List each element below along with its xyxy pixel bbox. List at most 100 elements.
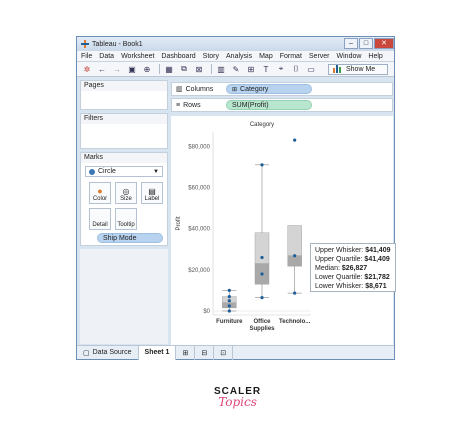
menu-dashboard[interactable]: Dashboard [161,53,195,60]
show-me-button[interactable]: Show Me [328,63,388,75]
sheet-tab-bar: ▢ Data Source Sheet 1 ⊞ ⊟ ⊡ [77,345,394,360]
menu-story[interactable]: Story [203,53,219,60]
new-story-icon[interactable]: ⊡ [214,345,234,360]
show-me-label: Show Me [346,65,376,73]
tableau-icon [81,40,89,48]
tooltip-row-label: Lower Whisker: [315,283,366,290]
presentation-icon[interactable]: ▭ [305,64,317,75]
labels-icon[interactable]: T [260,64,272,75]
minimize-button[interactable]: – [344,38,358,49]
x-tick-label: Furniture [216,319,243,325]
data-point [260,255,264,260]
menu-data[interactable]: Data [99,53,114,60]
mark-type-dropdown[interactable]: Circle ▼ [85,166,163,177]
box-tooltip: Upper Whisker: $41,409 Upper Quartile: $4… [310,243,396,292]
ship-mode-label: Ship Mode [103,234,137,242]
size-button[interactable]: ◎ Size [115,182,137,204]
profit-pill[interactable]: SUM(Profit) [226,100,312,110]
logo-line-2: Topics [218,395,257,409]
tooltip-row-label: Upper Quartile: [315,256,365,263]
data-point [260,163,264,167]
toolbar: ✲ ← → ▣ ⊕ ▦ ⧉ ⊠ ▥ ✎ ⊞ T ⌖ ⌷ ▭ Show Me [77,62,394,77]
data-source-label: Data Source [92,349,132,356]
y-tick-label: $60,000 [188,185,210,191]
tooltip-row-label: Median: [315,265,342,272]
mark-type-value: Circle [98,168,116,175]
sheet-1-tab[interactable]: Sheet 1 [138,345,177,360]
show-me-icon [333,65,342,73]
marks-header: Marks [81,153,167,163]
save-icon[interactable]: ▣ [126,64,138,75]
y-tick-label: $80,000 [188,144,210,150]
sheet-1-label: Sheet 1 [144,349,170,356]
label-label: Label [144,196,160,202]
box-upper [287,225,302,256]
tooltip-row: Lower Whisker: $8,671 [315,282,391,291]
label-button[interactable]: ▤ Label [141,182,163,204]
color-icon: ● [97,186,103,196]
tooltip-row: Lower Quartile: $21,782 [315,273,391,282]
tableau-logo-icon[interactable]: ✲ [81,64,93,75]
pages-header: Pages [81,81,167,91]
menu-analysis[interactable]: Analysis [226,53,252,60]
new-worksheet-icon[interactable]: ▦ [163,64,175,75]
y-tick-label: $20,000 [188,268,210,274]
tooltip-row-value: $21,782 [364,274,390,281]
data-point [293,291,297,295]
y-tick-label: $40,000 [188,227,210,233]
detail-button[interactable]: Detail [89,208,111,230]
tooltip-row: Upper Whisker: $41,409 [315,246,391,255]
tooltip-button[interactable]: Tooltip [115,208,137,230]
title-bar: Tableau - Book1 – □ ✕ [77,37,394,51]
menu-map[interactable]: Map [259,53,273,60]
data-point [227,309,231,313]
tooltip-row-value: $26,827 [341,265,368,272]
tooltip-label: Tooltip [117,222,135,228]
box-plot-chart[interactable]: Category Profit $0 $20,000 $40,000 $60,000 $80… [171,116,393,346]
view-area[interactable]: Category Profit $0 $20,000 $40,000 $60,000 $80… [171,116,393,346]
fit-icon[interactable]: ⌷ [290,64,302,75]
menu-server[interactable]: Server [309,53,330,60]
menu-worksheet[interactable]: Worksheet [121,53,154,60]
chevron-down-icon: ▼ [153,168,159,175]
size-label: Size [120,196,132,202]
x-tick-label: Supplies [249,326,275,332]
fix-axes-icon[interactable]: ⌖ [275,64,287,75]
columns-shelf[interactable]: ▥ Columns ⊞ Category [171,82,393,96]
data-source-tab[interactable]: ▢ Data Source [77,345,139,360]
new-dashboard-icon[interactable]: ⊟ [195,345,215,360]
menu-format[interactable]: Format [280,53,302,60]
ship-mode-pill[interactable]: Ship Mode [97,233,163,243]
marks-panel: Marks Circle ▼ ● Color ◎ Size ▤ Label De… [80,152,168,246]
tooltip-row-value: $8,671 [365,283,387,290]
rows-icon: ≡ [176,101,181,109]
size-icon: ◎ [122,187,130,196]
menu-file[interactable]: File [81,53,92,60]
menu-window[interactable]: Window [337,53,362,60]
new-data-source-icon[interactable]: ⊕ [141,64,153,75]
menu-bar: File Data Worksheet Dashboard Story Analysis M… [77,51,394,62]
tooltip-row: Upper Quartile: $41,409 [315,255,391,264]
tooltip-row: Median: $26,827 [315,264,391,273]
forward-icon[interactable]: → [111,64,123,75]
tooltip-row-value: $41,409 [365,247,391,254]
tooltip-row-label: Lower Quartile: [315,274,365,281]
clear-icon[interactable]: ⊠ [193,64,205,75]
detail-label: Detail [92,222,108,228]
color-label: Color [92,196,108,202]
new-sheet-icon[interactable]: ⊞ [176,345,196,360]
x-tick-label: Technolo... [279,319,311,325]
group-icon[interactable]: ⊞ [245,64,257,75]
category-pill[interactable]: ⊞ Category [226,84,312,94]
highlight-icon[interactable]: ✎ [230,64,242,75]
back-icon[interactable]: ← [96,64,108,75]
color-button[interactable]: ● Color [89,182,111,204]
y-tick-label: $0 [203,309,210,315]
close-button[interactable]: ✕ [374,38,394,49]
menu-help[interactable]: Help [368,53,382,60]
label-icon: ▤ [148,187,156,196]
chart-icon[interactable]: ▥ [215,64,227,75]
maximize-button[interactable]: □ [359,38,373,49]
duplicate-icon[interactable]: ⧉ [178,64,190,75]
rows-shelf[interactable]: ≡ Rows SUM(Profit) [171,98,393,112]
